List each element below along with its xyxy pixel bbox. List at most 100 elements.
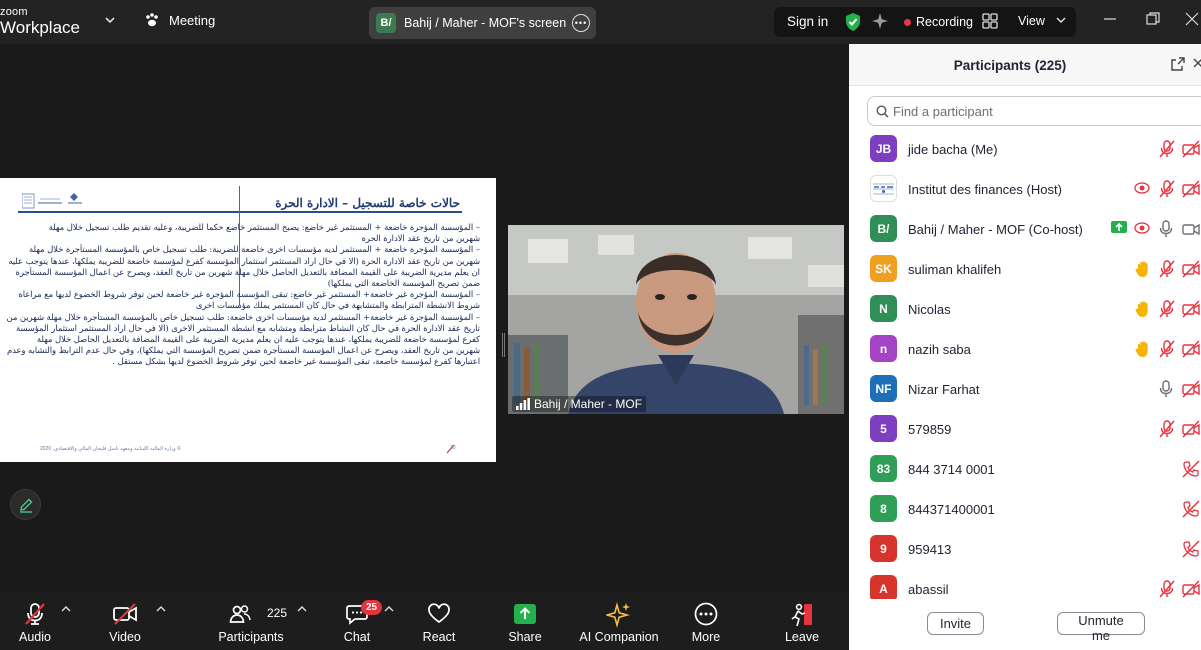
phone-muted-icon[interactable]: [1182, 540, 1200, 563]
video-off-icon[interactable]: [1182, 380, 1200, 403]
participant-row[interactable]: 8 844371400001: [849, 489, 1201, 529]
participant-name: Nicolas: [908, 302, 951, 317]
sign-in-button[interactable]: Sign in: [787, 14, 828, 29]
screen-share-indicator[interactable]: B/ Bahij / Maher - MOF's screen •••: [369, 7, 596, 39]
record-icon[interactable]: [1134, 180, 1150, 201]
video-off-icon[interactable]: [1182, 420, 1200, 443]
react-label: React: [422, 630, 456, 644]
pencil-icon: [19, 498, 32, 513]
participant-search-box: [867, 96, 1201, 126]
chevron-down-icon[interactable]: [103, 13, 117, 27]
close-icon[interactable]: [1185, 12, 1199, 26]
slide-text-line: ضمن تصريح المؤسسة الخاضعة التي يملكها): [327, 278, 480, 289]
mic-muted-icon[interactable]: [1159, 420, 1175, 443]
speaker-video-tile[interactable]: Bahij / Maher - MOF: [508, 225, 844, 414]
video-off-icon[interactable]: [1182, 260, 1200, 283]
top-right-controls: Sign in Recording View: [774, 7, 1076, 37]
participant-row[interactable]: 9 959413: [849, 529, 1201, 569]
participant-list[interactable]: JB jide bacha (Me) Institut des finances (…: [849, 129, 1201, 599]
annotate-button[interactable]: [10, 489, 41, 520]
participant-row[interactable]: NF Nizar Farhat: [849, 369, 1201, 409]
ai-companion-icon: [606, 602, 630, 628]
ai-companion-button[interactable]: AI Companion: [576, 592, 662, 650]
video-off-icon[interactable]: [1182, 140, 1200, 163]
participant-search-input[interactable]: [893, 97, 1193, 125]
video-off-icon[interactable]: [1182, 180, 1200, 203]
video-off-icon[interactable]: [1182, 300, 1200, 323]
participant-avatar: NF: [870, 375, 897, 402]
video-icon[interactable]: [1182, 220, 1200, 243]
audio-options-caret-icon[interactable]: [61, 605, 71, 613]
mic-muted-icon[interactable]: [1159, 580, 1175, 599]
view-button[interactable]: View: [1018, 14, 1045, 28]
participant-avatar: 83: [870, 455, 897, 482]
participant-row[interactable]: 5 579859: [849, 409, 1201, 449]
share-screen-icon[interactable]: [1111, 220, 1127, 239]
participant-avatar: 8: [870, 495, 897, 522]
react-button[interactable]: React: [412, 592, 466, 650]
more-icon: [694, 602, 718, 626]
video-off-icon[interactable]: [1182, 340, 1200, 363]
participant-row[interactable]: JB jide bacha (Me): [849, 129, 1201, 169]
meeting-stage: حالات خاصة للتسجيل – الادارة الحرة – الم…: [0, 44, 849, 592]
slide-title: حالات خاصة للتسجيل – الادارة الحرة: [275, 196, 460, 210]
participant-row[interactable]: 83 844 3714 0001: [849, 449, 1201, 489]
phone-muted-icon[interactable]: [1182, 500, 1200, 523]
more-options-icon[interactable]: •••: [572, 14, 590, 32]
leave-button[interactable]: Leave: [776, 592, 828, 650]
mic-muted-icon[interactable]: [1159, 340, 1175, 363]
mic-muted-icon[interactable]: [1159, 180, 1175, 203]
participants-button[interactable]: Participants: [214, 592, 288, 650]
participants-icon: [229, 605, 251, 623]
video-options-caret-icon[interactable]: [156, 605, 166, 613]
splitter-handle[interactable]: [502, 333, 505, 357]
chat-options-caret-icon[interactable]: [384, 605, 394, 613]
participant-name: 579859: [908, 422, 952, 437]
mic-muted-icon[interactable]: [1159, 140, 1175, 163]
slide-text-line: كفرع لمؤسسة خاضعة للضريبة يملكها، عندها …: [36, 334, 480, 345]
view-chevron-icon[interactable]: [1055, 14, 1067, 26]
meeting-menu[interactable]: Meeting: [144, 12, 215, 28]
participant-row[interactable]: B/Bahij / Maher - MOF (Co-host): [849, 209, 1201, 249]
video-off-icon[interactable]: [1182, 580, 1200, 599]
unmute-me-button[interactable]: Unmute me: [1057, 612, 1145, 643]
shield-check-icon[interactable]: [844, 12, 862, 32]
audio-button[interactable]: Audio: [6, 592, 64, 650]
slide-text-line: شروط الانشطة المترابطة والمتشابهة في حال…: [195, 300, 480, 311]
participant-row[interactable]: N Nicolas: [849, 289, 1201, 329]
leave-icon: [791, 603, 812, 627]
participant-row[interactable]: Aabassil: [849, 569, 1201, 599]
mic-muted-icon[interactable]: [1159, 260, 1175, 283]
participants-options-caret-icon[interactable]: [297, 605, 307, 613]
more-button[interactable]: More: [680, 592, 732, 650]
phone-muted-icon[interactable]: [1182, 460, 1200, 483]
hand-icon[interactable]: [1134, 340, 1152, 363]
recording-status[interactable]: Recording: [904, 15, 973, 29]
invite-button[interactable]: Invite: [927, 612, 984, 635]
minimize-icon[interactable]: [1103, 12, 1117, 26]
slide-footer: © وزارة المالية اللبنانية ومعهد باسل فلي…: [40, 446, 181, 452]
mic-icon[interactable]: [1159, 220, 1173, 243]
video-button[interactable]: Video: [96, 592, 154, 650]
ai-sparkle-icon[interactable]: [871, 12, 889, 30]
participant-avatar: B/: [870, 215, 897, 242]
participant-row[interactable]: SK suliman khalifeh: [849, 249, 1201, 289]
hand-icon[interactable]: [1134, 260, 1152, 283]
restore-icon[interactable]: [1146, 12, 1160, 26]
shared-screen-slide: حالات خاصة للتسجيل – الادارة الحرة – الم…: [0, 178, 496, 462]
mic-icon[interactable]: [1159, 380, 1173, 403]
participant-row[interactable]: Institut des finances (Host): [849, 169, 1201, 209]
brand-workplace: Workplace: [0, 18, 80, 37]
pop-out-icon[interactable]: [1171, 57, 1185, 71]
close-panel-icon[interactable]: [1193, 57, 1201, 71]
share-screen-button[interactable]: Share: [498, 592, 552, 650]
participant-row[interactable]: n nazih saba: [849, 329, 1201, 369]
gallery-grid-icon[interactable]: [982, 13, 998, 29]
participant-name: nazih saba: [908, 342, 971, 357]
mic-muted-icon[interactable]: [1159, 300, 1175, 323]
participant-name: 844371400001: [908, 502, 995, 517]
hand-icon[interactable]: [1134, 300, 1152, 323]
brand-zoom: zoom: [0, 6, 28, 18]
search-icon: [876, 105, 889, 118]
record-icon[interactable]: [1134, 220, 1150, 241]
